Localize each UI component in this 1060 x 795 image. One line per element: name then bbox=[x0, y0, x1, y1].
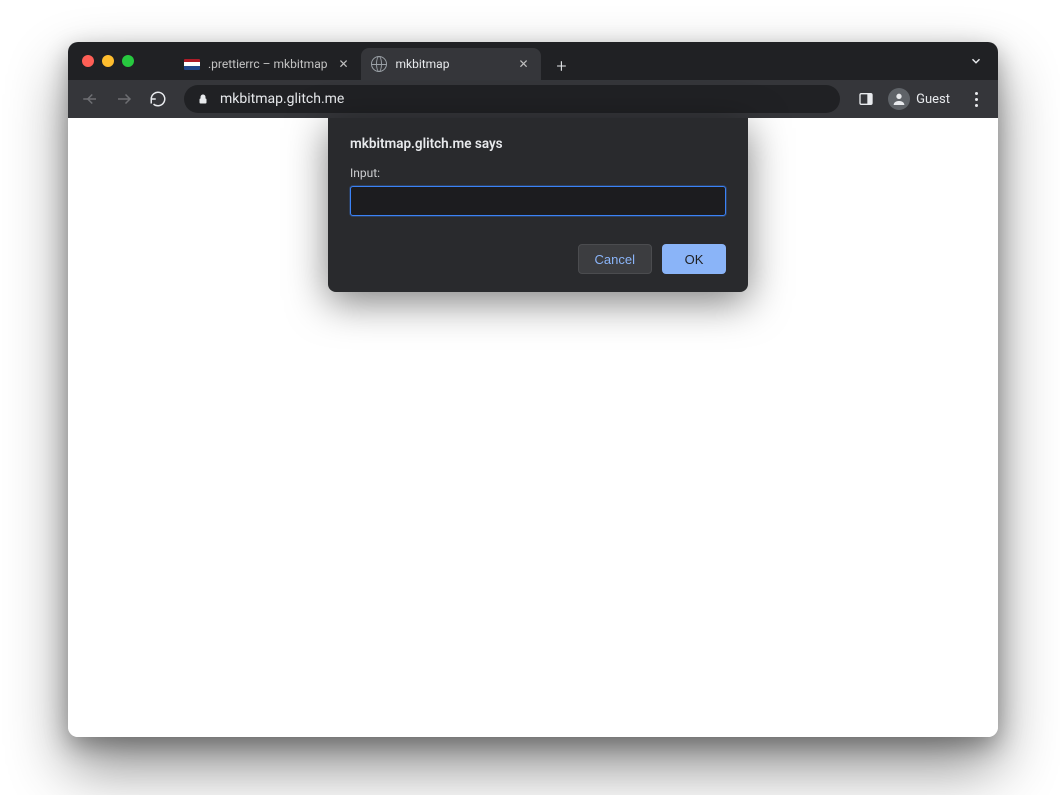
tab-mkbitmap[interactable]: mkbitmap ✕ bbox=[361, 48, 541, 80]
close-window-button[interactable] bbox=[82, 55, 94, 67]
tab-prettierrc[interactable]: .prettierrc – mkbitmap ✕ bbox=[174, 48, 361, 80]
glitch-favicon-icon bbox=[184, 56, 200, 72]
address-bar[interactable]: mkbitmap.glitch.me bbox=[184, 85, 840, 113]
tabstrip: .prettierrc – mkbitmap ✕ mkbitmap ✕ + bbox=[174, 42, 964, 80]
reload-button[interactable] bbox=[144, 85, 172, 113]
globe-icon bbox=[371, 56, 387, 72]
back-button[interactable] bbox=[76, 85, 104, 113]
titlebar: .prettierrc – mkbitmap ✕ mkbitmap ✕ + bbox=[68, 42, 998, 80]
tab-label: .prettierrc – mkbitmap bbox=[208, 57, 327, 71]
browser-window: .prettierrc – mkbitmap ✕ mkbitmap ✕ + bbox=[68, 42, 998, 737]
titlebar-right bbox=[964, 49, 998, 73]
avatar-icon bbox=[888, 88, 910, 110]
toolbar-right: Guest bbox=[852, 85, 990, 113]
toolbar: mkbitmap.glitch.me Guest bbox=[68, 80, 998, 118]
forward-button[interactable] bbox=[110, 85, 138, 113]
minimize-window-button[interactable] bbox=[102, 55, 114, 67]
prompt-dialog: mkbitmap.glitch.me says Input: Cancel OK bbox=[328, 118, 748, 292]
close-tab-icon[interactable]: ✕ bbox=[515, 56, 531, 72]
url-text: mkbitmap.glitch.me bbox=[220, 91, 344, 107]
chevron-down-icon[interactable] bbox=[964, 49, 988, 73]
profile-label: Guest bbox=[916, 92, 954, 107]
window-controls bbox=[82, 55, 134, 67]
lock-icon bbox=[196, 92, 210, 106]
menu-button[interactable] bbox=[962, 85, 990, 113]
dialog-prompt-label: Input: bbox=[350, 166, 726, 180]
side-panel-icon[interactable] bbox=[852, 85, 880, 113]
tab-label: mkbitmap bbox=[395, 57, 507, 71]
dialog-button-row: Cancel OK bbox=[350, 244, 726, 274]
cancel-button[interactable]: Cancel bbox=[578, 244, 652, 274]
prompt-input[interactable] bbox=[350, 186, 726, 216]
fullscreen-window-button[interactable] bbox=[122, 55, 134, 67]
dialog-headline: mkbitmap.glitch.me says bbox=[350, 136, 726, 152]
page-content: mkbitmap.glitch.me says Input: Cancel OK bbox=[68, 118, 998, 737]
close-tab-icon[interactable]: ✕ bbox=[335, 56, 351, 72]
ok-button[interactable]: OK bbox=[662, 244, 726, 274]
new-tab-button[interactable]: + bbox=[547, 52, 575, 80]
profile-button[interactable]: Guest bbox=[886, 86, 956, 112]
